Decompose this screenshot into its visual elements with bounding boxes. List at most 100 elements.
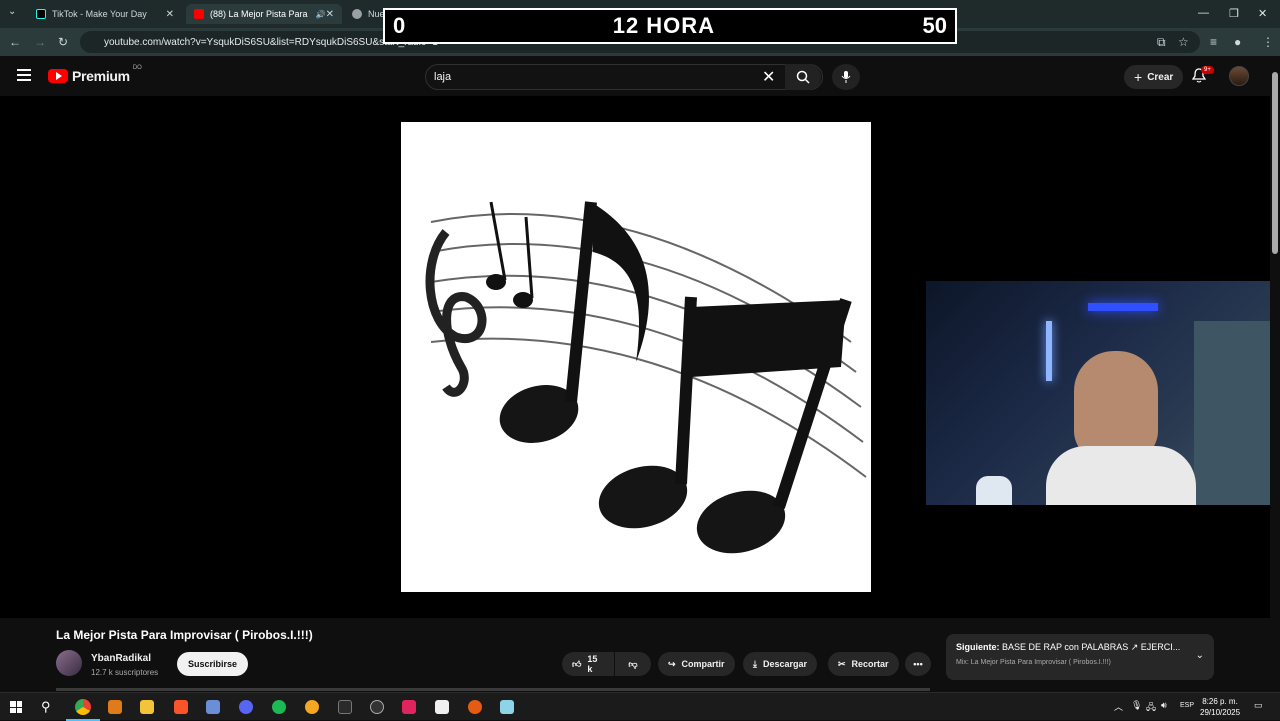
store-icon[interactable]	[435, 700, 449, 714]
clock[interactable]: 8:26 p. m. 29/10/2025	[1200, 696, 1240, 718]
close-window-icon[interactable]: ✕	[1258, 7, 1267, 20]
share-label: Compartir	[681, 659, 725, 669]
voice-search-button[interactable]	[832, 64, 860, 90]
file-explorer-icon[interactable]	[140, 700, 154, 714]
channel-name[interactable]: YbanRadikal	[91, 653, 151, 664]
logo-text: Premium	[72, 68, 130, 84]
up-next-mix: Mix: La Mejor Pista Para Improvisar ( Pi…	[956, 659, 1111, 666]
scissors-icon: ✂	[838, 658, 846, 669]
profile-icon[interactable]: ●	[1234, 35, 1241, 49]
tab-label: (88) La Mejor Pista Para Imp	[210, 9, 310, 19]
search-icon	[796, 70, 810, 84]
search-icon[interactable]: ⚲	[41, 699, 51, 715]
tray-chevron-up-icon[interactable]: ︿	[1114, 700, 1123, 713]
app-icon[interactable]	[500, 700, 514, 714]
chrome-taskbar-icon[interactable]	[75, 699, 91, 715]
app-icon[interactable]	[305, 700, 319, 714]
dislike-button[interactable]: 👎︎	[615, 652, 651, 676]
language-indicator[interactable]: ESP	[1180, 702, 1194, 709]
volume-icon[interactable]: 🔊︎	[1161, 700, 1167, 711]
speaker-icon: 🔊	[315, 9, 326, 19]
streamer-face	[1074, 351, 1158, 461]
tab-tiktok[interactable]: TikTok - Make Your Day ✕	[28, 4, 182, 24]
up-next-title: BASE DE RAP con PALABRAS ↗ EJERCI...	[1002, 642, 1181, 652]
create-button[interactable]: + Crear	[1124, 65, 1184, 89]
headboard	[1194, 321, 1280, 505]
notification-center-icon[interactable]: ▭	[1254, 700, 1263, 711]
search-value: laja	[434, 71, 452, 83]
microphone-icon	[841, 71, 851, 83]
overlay-title: 12 HORA	[612, 13, 716, 38]
left-counter: 0	[393, 13, 406, 38]
menu-icon[interactable]: ⋮	[1262, 35, 1274, 49]
more-icon: •••	[913, 659, 923, 669]
youtube-header: Premium DO laja ✕ + Crear 9+	[0, 56, 1280, 96]
create-label: Crear	[1147, 71, 1174, 83]
windows-taskbar: ⚲ ︿ 🎙︎ 🖧 🔊︎ ESP 8:26 p. m. 29/10/2025 ▭	[0, 692, 1280, 721]
forward-icon[interactable]: →	[34, 35, 46, 49]
brave-icon[interactable]	[174, 700, 188, 714]
scrollbar-thumb[interactable]	[1272, 72, 1278, 254]
chevron-down-icon[interactable]: ⌄	[1196, 650, 1204, 661]
plus-icon: +	[1134, 69, 1143, 85]
app-icon[interactable]	[402, 700, 416, 714]
subscribe-button[interactable]: Suscribirse	[177, 652, 249, 676]
clip-label: Recortar	[851, 659, 889, 669]
microphone-icon[interactable]: 🎙︎	[1131, 700, 1142, 711]
streamer-shirt	[1046, 446, 1196, 505]
media-controls-icon[interactable]: ≡	[1210, 35, 1217, 49]
discord-icon[interactable]	[239, 700, 253, 714]
lamp	[1046, 321, 1052, 381]
notification-badge: 9+	[1201, 66, 1214, 74]
tab-youtube[interactable]: (88) La Mejor Pista Para Imp 🔊 ✕	[186, 4, 342, 24]
chrome-icon	[352, 9, 362, 19]
tiktok-icon	[36, 9, 46, 19]
right-counter: 50	[922, 13, 947, 38]
obs-icon[interactable]	[370, 700, 384, 714]
shelf-light	[1088, 303, 1158, 311]
spotify-icon[interactable]	[272, 700, 286, 714]
reload-icon[interactable]: ↻	[58, 35, 68, 49]
network-icon[interactable]: 🖧	[1146, 700, 1156, 716]
video-title: La Mejor Pista Para Improvisar ( Pirobos…	[56, 628, 313, 642]
like-count: 15 k	[587, 654, 598, 674]
close-tab-icon[interactable]: ✕	[326, 9, 334, 20]
minimize-icon[interactable]: —	[1198, 7, 1209, 19]
back-icon[interactable]: ←	[9, 35, 21, 49]
up-next-card[interactable]: Siguiente: BASE DE RAP con PALABRAS ↗ EJ…	[946, 634, 1214, 680]
app-icon[interactable]	[108, 700, 122, 714]
restore-icon[interactable]: ❐	[1229, 7, 1239, 20]
windows-start-icon[interactable]	[10, 701, 22, 713]
video-artwork-music-notes	[401, 122, 871, 592]
bookmark-star-icon[interactable]: ☆	[1178, 35, 1189, 49]
stream-counter-overlay: 0 12 HORA 50	[383, 8, 957, 44]
hamburger-menu-icon[interactable]	[17, 69, 31, 81]
thumbs-down-icon: 👎︎	[628, 658, 638, 669]
up-next-prefix: Siguiente:	[956, 642, 1000, 652]
clock-date: 29/10/2025	[1200, 708, 1241, 717]
youtube-premium-logo[interactable]: Premium DO	[48, 65, 142, 84]
thumbs-up-icon: 👍︎	[572, 658, 582, 669]
channel-avatar[interactable]	[56, 650, 82, 676]
country-code: DO	[132, 65, 142, 71]
tab-search-icon[interactable]: ⌄	[8, 6, 16, 17]
tab-label: TikTok - Make Your Day	[52, 9, 147, 19]
share-icon: ↪	[668, 658, 676, 669]
install-icon[interactable]: ⧉	[1157, 35, 1166, 50]
page-divider	[56, 688, 930, 691]
search-button[interactable]	[785, 64, 821, 90]
youtube-logo-icon	[48, 69, 68, 83]
calculator-icon[interactable]	[206, 700, 220, 714]
download-label: Descargar	[762, 659, 808, 669]
youtube-icon	[194, 9, 204, 19]
account-avatar[interactable]	[1229, 66, 1249, 86]
clip-button[interactable]: ✂ Recortar	[828, 652, 899, 676]
like-button[interactable]: 👍︎ 15 k	[562, 652, 614, 676]
more-actions-button[interactable]: •••	[905, 652, 931, 676]
clear-search-icon[interactable]: ✕	[762, 67, 775, 87]
share-button[interactable]: ↪ Compartir	[658, 652, 735, 676]
epic-games-icon[interactable]	[338, 700, 352, 714]
close-tab-icon[interactable]: ✕	[166, 9, 174, 20]
app-icon[interactable]	[468, 700, 482, 714]
download-button[interactable]: ⤓ Descargar	[743, 652, 818, 676]
